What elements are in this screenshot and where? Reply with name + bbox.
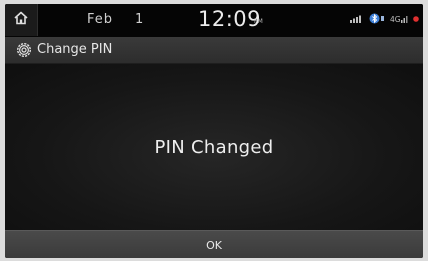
ok-button[interactable]: OK [5,230,423,258]
date-day: 1 [135,12,144,27]
status-bar: Feb 1 12:09 PM 4G [5,4,423,37]
home-button[interactable] [5,4,38,36]
signal-icon [350,14,364,23]
lte-icon: 4G [390,14,408,24]
settings-icon [16,42,32,58]
device-bezel: Feb 1 12:09 PM 4G Change PIN PIN Changed… [0,0,428,261]
svg-text:4G: 4G [390,15,401,24]
bluetooth-icon [369,13,385,24]
clock-ampm: PM [254,18,263,25]
message-panel: PIN Changed [5,64,423,230]
date-month: Feb [87,12,114,27]
page-title: Change PIN [37,42,113,57]
display-screen: Feb 1 12:09 PM 4G Change PIN PIN Changed… [5,4,423,258]
home-icon [13,10,29,30]
status-icons: 4G [350,13,419,24]
status-message: PIN Changed [154,137,274,158]
page-header: Change PIN [5,37,423,64]
alert-icon [413,15,419,22]
clock-time: 12:09 [198,7,262,31]
